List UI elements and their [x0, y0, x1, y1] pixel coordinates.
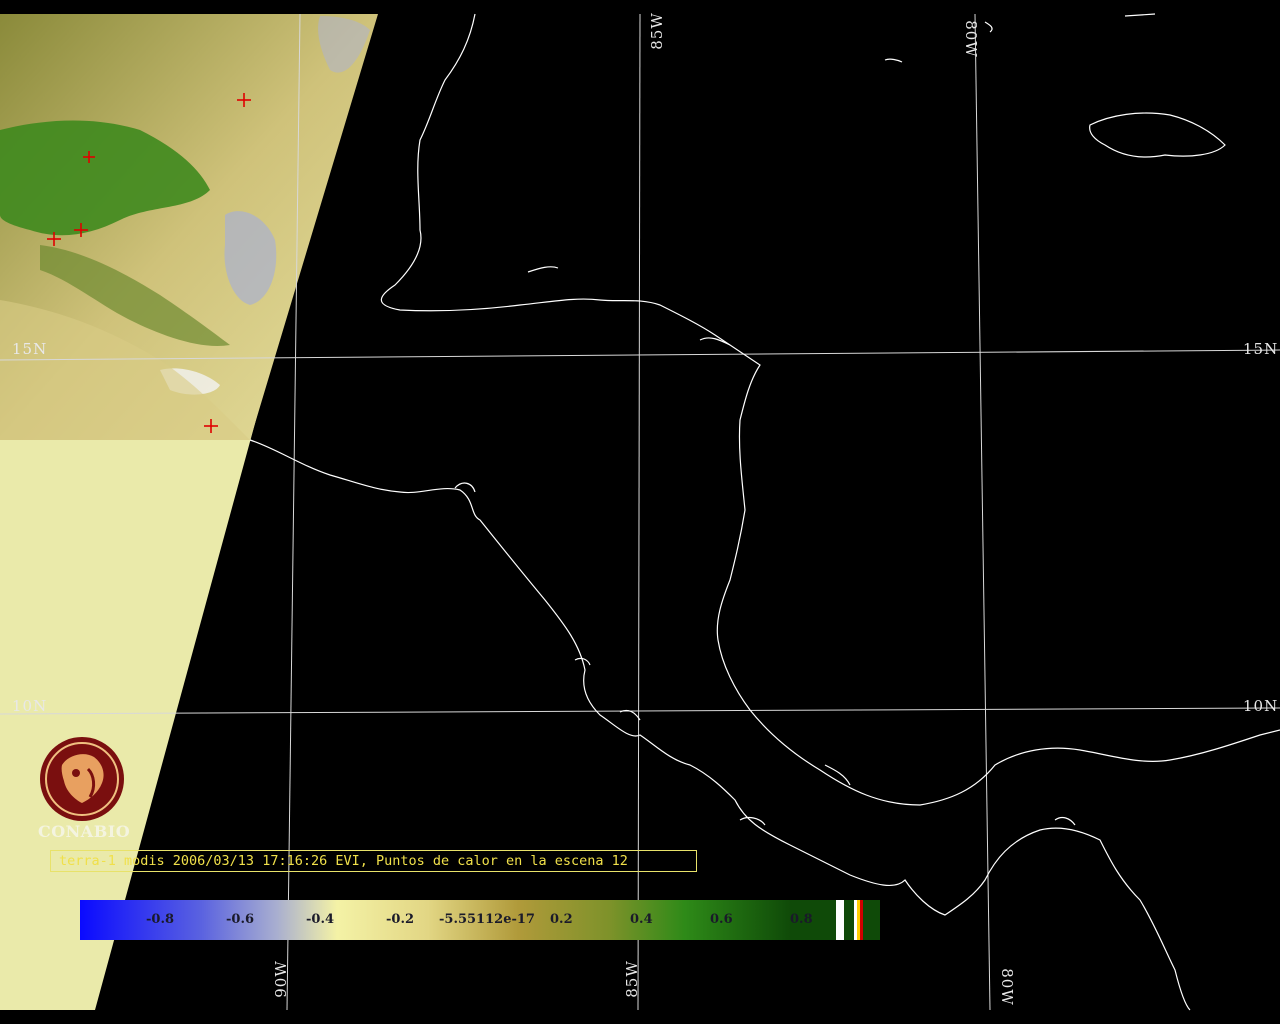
lon-label-80w-bottom: 80W: [997, 968, 1016, 1006]
colorbar-tick: 0.6: [710, 912, 733, 927]
lon-label-90w: 90W: [271, 960, 290, 998]
colorbar-tick: -0.8: [146, 912, 175, 927]
colorbar-swatch: [863, 900, 880, 940]
colorbar-swatch: [836, 900, 844, 940]
colorbar-tick: 0.4: [630, 912, 653, 927]
colorbar-tick: -5.55112e-17: [439, 912, 535, 927]
colorbar-swatch: [857, 900, 860, 940]
colorbar-tick: 0.8: [790, 912, 813, 927]
colorbar-tick: 0.2: [550, 912, 573, 927]
lat-label-10n-right: 10N: [1243, 697, 1279, 715]
lat-label-10n-left: 10N: [12, 697, 48, 715]
lon-label-85w-bottom: 85W: [622, 960, 641, 998]
colorbar-swatch: [860, 900, 863, 940]
lat-label-15n-left: 15N: [12, 340, 48, 358]
logo-name: CONABIO: [38, 822, 131, 841]
lon-label-80w-top: 80W: [961, 20, 980, 58]
colorbar-tick: -0.2: [386, 912, 415, 927]
colorbar-tick: -0.4: [306, 912, 335, 927]
colorbar-tick: -0.6: [226, 912, 255, 927]
lat-label-15n-right: 15N: [1243, 340, 1279, 358]
colorbar-swatch: [844, 900, 854, 940]
scene-caption: terra-1 modis 2006/03/13 17:16:26 EVI, P…: [50, 850, 697, 872]
colorbar-swatch: [854, 900, 857, 940]
lon-label-85w-top: 85W: [647, 12, 666, 50]
